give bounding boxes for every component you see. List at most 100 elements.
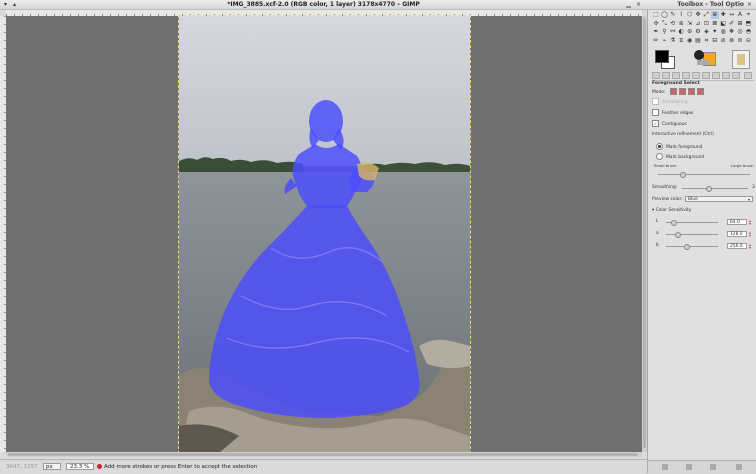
bucket-fill-tool-icon[interactable]: ◈ [702,28,710,36]
hue-tool-icon[interactable]: ⌗ [702,37,710,45]
pencil-tool-icon[interactable]: ✐ [728,20,736,28]
measure-tool-icon[interactable]: ◎ [736,28,744,36]
brightness-tool-icon[interactable]: ⊝ [744,37,752,45]
fuzzy-select-tool-icon[interactable]: ⬡ [686,11,694,19]
antialiasing-checkbox[interactable] [652,98,659,105]
mark-background-row[interactable]: Mark background [656,153,704,160]
align-tool-icon[interactable]: ✚ [719,11,727,19]
foreground-color-swatch[interactable] [655,50,669,63]
mark-background-radio[interactable] [656,153,663,160]
curves-tool-icon[interactable]: ▤ [694,37,702,45]
scale-tool-icon[interactable]: ⤢ [702,11,710,19]
delete-options-icon[interactable] [710,464,716,470]
spin-arrows-icon[interactable]: ▴ ▾ [749,231,751,238]
smoothing-slider-knob[interactable] [705,186,712,192]
heal-tool-icon[interactable]: ◐ [677,28,685,36]
spin-arrows-icon[interactable]: ▴ ▾ [749,243,751,250]
eraser-tool-icon[interactable]: ⬒ [744,20,752,28]
tab-brushes[interactable] [732,72,740,79]
sensitivity-slider-knob-L[interactable] [670,220,677,226]
sensitivity-slider-knob-a[interactable] [675,232,681,238]
scissors-select-tool-icon[interactable]: ⌇ [677,11,685,19]
blur-tool-icon[interactable]: ⊛ [686,28,694,36]
paintbrush-tool-icon[interactable]: ⊞ [736,20,744,28]
brush-pattern-gradient-box[interactable] [694,50,716,68]
gradient-tool-icon[interactable]: ✦ [711,28,719,36]
perspective-clone-tool-icon[interactable]: ✏ [652,37,660,45]
reset-options-icon[interactable] [736,464,742,470]
vertical-scroll-thumb[interactable] [643,18,646,448]
color-sensitivity-expander[interactable]: ▾ Color Sensitivity [652,208,691,213]
fg-bg-color-swatches[interactable] [655,50,677,69]
sensitivity-slider-knob-b[interactable] [684,244,690,250]
minimize-icon[interactable]: ▁ [626,2,631,8]
text-tool-icon[interactable]: A [736,11,744,19]
paths-tool-icon[interactable]: ⬕ [719,20,727,28]
save-options-icon[interactable] [662,464,668,470]
free-select-tool-icon[interactable]: ✎ [669,11,677,19]
ellipse-select-tool-icon[interactable]: ◯ [660,11,668,19]
mark-foreground-radio[interactable] [656,143,663,150]
sensitivity-slider-b[interactable] [666,246,718,247]
posterize-tool-icon[interactable]: ⊗ [728,37,736,45]
horizontal-scrollbar[interactable] [6,452,642,457]
mode-replace-icon[interactable] [669,88,677,95]
unit-select[interactable]: px [43,463,61,470]
levels-tool-icon[interactable]: ◉ [686,37,694,45]
brush-preview[interactable] [694,50,704,60]
invert-tool-icon[interactable]: ⊘ [719,37,727,45]
gradient-preview[interactable] [697,60,709,65]
desaturate-tool-icon[interactable]: ⊟ [711,37,719,45]
crop-tool-icon[interactable]: ✣ [652,20,660,28]
tab-paths[interactable] [712,72,720,79]
smudge-tool-icon[interactable]: ⚲ [660,28,668,36]
mark-foreground-row[interactable]: Mark foreground [656,143,702,150]
clone-tool-icon[interactable]: ⚯ [669,28,677,36]
threshold-tool-icon[interactable]: ⧖ [677,37,685,45]
flip-tool-icon[interactable]: ↔ [728,11,736,19]
restore-options-icon[interactable] [686,464,692,470]
tab-images[interactable] [682,72,690,79]
warp-tool-icon[interactable]: ⊡ [702,20,710,28]
shear-tool-icon[interactable]: ⇲ [686,20,694,28]
rect-select-tool-icon[interactable]: ⬚ [652,11,660,19]
move-tool-icon[interactable]: ✥ [694,11,702,19]
sensitivity-value-L[interactable]: 64.0 [727,219,747,225]
preview-color-select[interactable]: Blue ▾ [685,196,753,202]
antialiasing-row[interactable]: Antialiasing [652,98,688,105]
main-titlebar[interactable]: ▾ ▴ *IMG_3885.xcf-2.0 (RGB color, 1 laye… [0,0,647,10]
zoom-tool-icon[interactable]: ◓ [744,28,752,36]
zoom-select[interactable]: 23.3 % [66,463,94,470]
airbrush-tool-icon[interactable]: ◍ [719,28,727,36]
handle-tool-icon[interactable]: ⊠ [711,20,719,28]
ink-tool-icon[interactable]: ✒ [652,28,660,36]
contiguous-checkbox[interactable]: ✓ [652,120,659,127]
tab-menu[interactable] [744,72,752,79]
spin-arrows-icon[interactable]: ▴ ▾ [749,219,751,226]
feather-edges-row[interactable]: Feather edges [652,109,693,116]
color-picker-tool-icon[interactable]: ⌖ [744,11,752,19]
dodge-tool-icon[interactable]: ⚙ [694,28,702,36]
toolbox-titlebar[interactable]: Toolbox - Tool Optio × [647,0,756,10]
foreground-select-tool-icon[interactable]: ⊕ [710,11,719,19]
mode-add-icon[interactable] [678,88,686,95]
convolve-tool-icon[interactable]: ⌁ [660,37,668,45]
horizontal-scroll-thumb[interactable] [8,453,638,456]
brush-size-slider-knob[interactable] [680,172,686,178]
sensitivity-slider-a[interactable] [666,234,718,235]
tab-layers[interactable] [692,72,700,79]
tab-device-status[interactable] [662,72,670,79]
mode-intersect-icon[interactable] [696,88,704,95]
unified-transform-tool-icon[interactable]: ⟲ [669,20,677,28]
tab-channels[interactable] [702,72,710,79]
brush-size-slider[interactable] [658,174,750,175]
smoothing-slider[interactable] [682,188,748,189]
toolbox-close-icon[interactable]: × [747,2,752,8]
active-image-thumbnail[interactable] [732,50,750,69]
perspective-tool-icon[interactable]: ⧈ [677,20,685,28]
feather-edges-checkbox[interactable] [652,109,659,116]
colorize-tool-icon[interactable]: ⊜ [736,37,744,45]
mode-subtract-icon[interactable] [687,88,695,95]
contiguous-row[interactable]: ✓ Contiguous [652,120,687,127]
tab-undo-history[interactable] [672,72,680,79]
